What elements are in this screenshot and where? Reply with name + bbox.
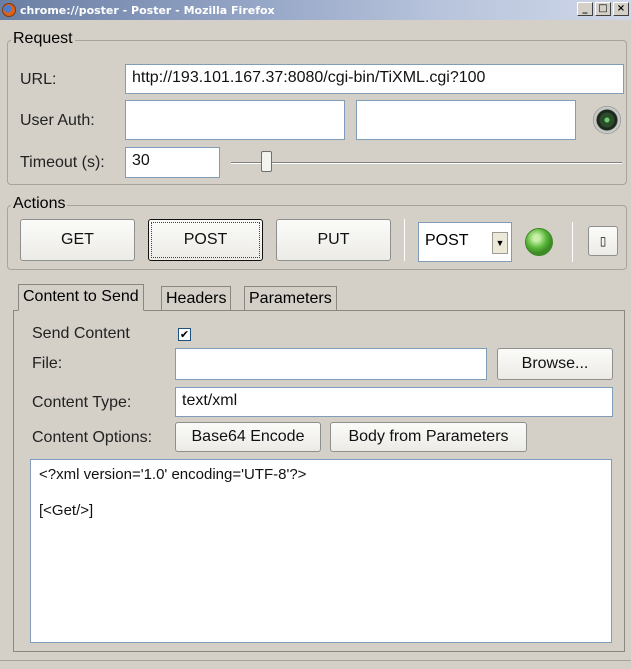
get-button[interactable]: GET [20, 219, 135, 261]
send-content-checkbox[interactable]: ✔ [178, 328, 191, 341]
timeout-label: Timeout (s): [20, 154, 105, 171]
actions-separator-2 [572, 222, 573, 262]
request-body-textarea[interactable]: <?xml version='1.0' encoding='UTF-8'?> [<… [30, 459, 612, 643]
actions-legend: Actions [11, 195, 68, 213]
content-options-label: Content Options: [32, 429, 153, 446]
content-type-label: Content Type: [32, 394, 132, 411]
content-type-input[interactable]: text/xml [175, 387, 613, 417]
body-line-2: [<Get/>] [39, 502, 94, 519]
put-button[interactable]: PUT [276, 219, 391, 261]
tab-headers[interactable]: Headers [161, 286, 232, 311]
window-title: chrome://poster - Poster - Mozilla Firef… [20, 3, 275, 17]
tab-content-to-send[interactable]: Content to Send [18, 284, 144, 311]
base64-encode-button[interactable]: Base64 Encode [175, 422, 321, 452]
user-auth-label: User Auth: [20, 112, 95, 129]
close-button[interactable]: × [613, 2, 629, 16]
method-select-value: POST [425, 232, 469, 249]
firefox-icon [2, 3, 16, 17]
actions-separator [404, 219, 405, 261]
radar-icon[interactable] [593, 106, 621, 134]
chevron-down-icon[interactable]: ▼ [492, 232, 508, 254]
timeout-slider-track[interactable] [231, 162, 622, 164]
url-input[interactable]: http://193.101.167.37:8080/cgi-bin/TiXML… [125, 64, 624, 94]
maximize-button[interactable]: □ [595, 2, 611, 16]
tab-parameters[interactable]: Parameters [244, 286, 337, 311]
send-content-label: Send Content [32, 325, 130, 342]
window-titlebar: chrome://poster - Poster - Mozilla Firef… [0, 0, 631, 20]
request-legend: Request [11, 30, 75, 48]
save-icon[interactable]: ▯ [588, 226, 618, 256]
url-label: URL: [20, 71, 57, 88]
browse-button[interactable]: Browse... [497, 348, 613, 380]
timeout-slider-thumb[interactable] [261, 151, 273, 172]
minimize-button[interactable]: _ [577, 2, 593, 16]
timeout-input[interactable]: 30 [125, 147, 220, 178]
window-bottom-edge [0, 660, 631, 661]
body-from-parameters-button[interactable]: Body from Parameters [330, 422, 527, 452]
body-line-1: <?xml version='1.0' encoding='UTF-8'?> [39, 466, 307, 483]
post-button[interactable]: POST [148, 219, 263, 261]
file-label: File: [32, 355, 63, 372]
file-input[interactable] [175, 348, 487, 380]
user-auth-username-input[interactable] [125, 100, 345, 140]
method-select[interactable]: POST ▼ [418, 222, 512, 262]
status-indicator-icon [525, 228, 553, 256]
user-auth-password-input[interactable] [356, 100, 576, 140]
